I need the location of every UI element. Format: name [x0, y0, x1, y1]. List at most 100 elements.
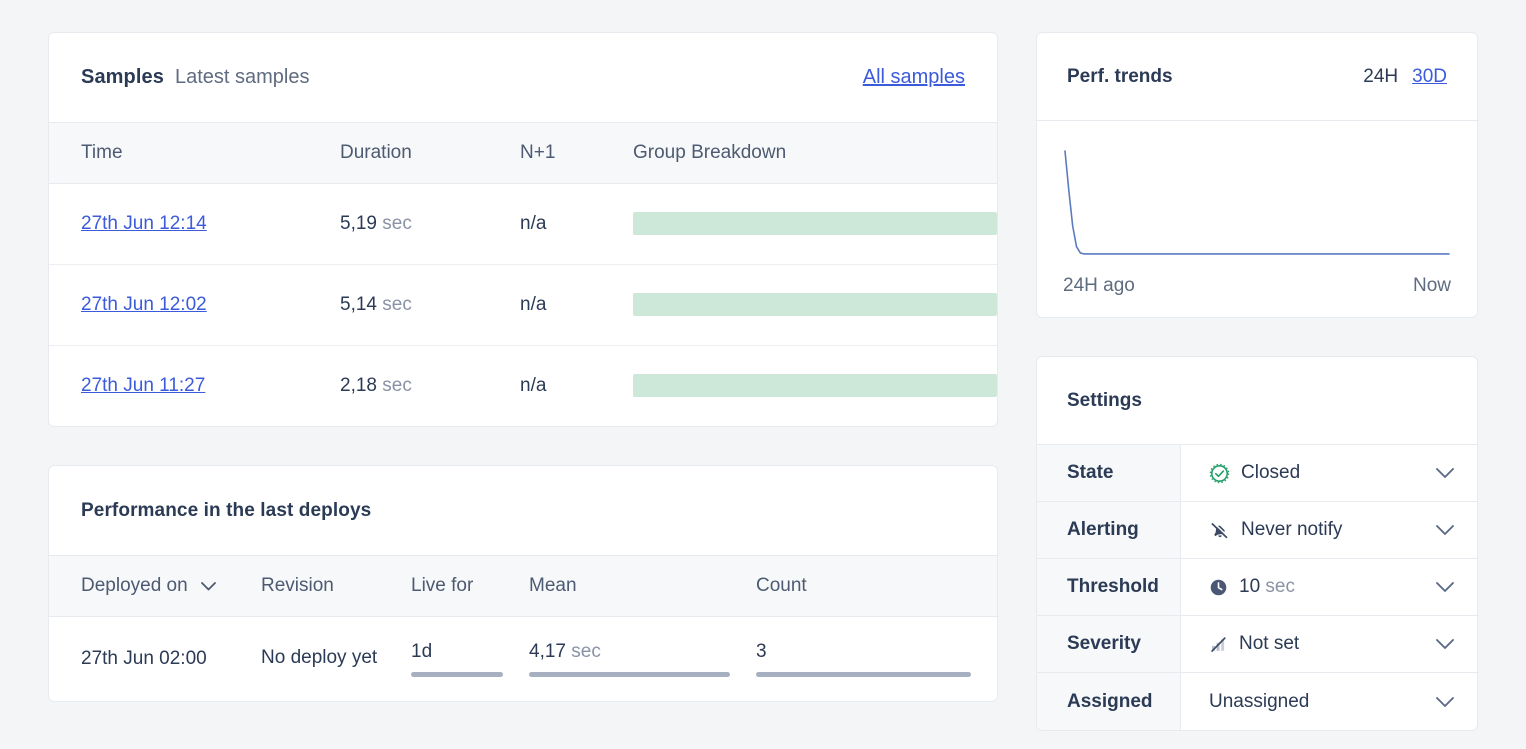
check-circle-icon — [1209, 463, 1230, 484]
setting-row-threshold: Threshold 10 sec — [1037, 559, 1477, 616]
breakdown-bar-track — [633, 212, 997, 235]
col-mean: Mean — [529, 556, 756, 617]
settings-card: Settings State Closed Alerting Never not… — [1036, 356, 1478, 731]
perf-trends-body: 24H ago Now — [1037, 121, 1477, 317]
col-duration: Duration — [340, 123, 520, 184]
chevron-down-icon — [201, 575, 216, 597]
deploy-date-cell: 27th Jun 02:00 — [81, 647, 207, 669]
clock-icon — [1209, 578, 1228, 597]
samples-table: Time Duration N+1 Group Breakdown 27th J… — [49, 123, 997, 426]
setting-label-alerting: Alerting — [1037, 502, 1181, 558]
count-metric: 3 — [756, 641, 997, 677]
sample-duration-cell: 5,19 sec — [340, 183, 520, 265]
setting-alerting-text: Never notify — [1241, 519, 1343, 540]
chevron-down-icon[interactable] — [1435, 524, 1455, 536]
chevron-down-icon[interactable] — [1435, 467, 1455, 479]
live-for-rule — [411, 671, 503, 677]
col-n1: N+1 — [520, 123, 633, 184]
samples-header-row: Time Duration N+1 Group Breakdown — [49, 123, 997, 184]
setting-state-text: Closed — [1241, 462, 1301, 483]
setting-row-assigned: Assigned Unassigned — [1037, 673, 1477, 730]
setting-label-assigned: Assigned — [1037, 673, 1181, 730]
threshold-value: 10 — [1239, 576, 1261, 597]
chevron-down-icon[interactable] — [1435, 638, 1455, 650]
sample-duration-unit: sec — [382, 374, 412, 396]
dashboard-page: Samples Latest samples All samples Time … — [0, 0, 1526, 749]
col-group-breakdown: Group Breakdown — [633, 123, 997, 184]
sample-duration-value: 5,14 — [340, 293, 377, 315]
col-count: Count — [756, 556, 997, 617]
sample-duration-value: 2,18 — [340, 374, 377, 396]
sample-time-link[interactable]: 27th Jun 11:27 — [81, 375, 205, 396]
threshold-unit: sec — [1265, 576, 1295, 597]
sample-n1-cell: n/a — [520, 183, 633, 265]
live-for-value: 1d — [411, 640, 433, 662]
perf-trends-card: Perf. trends 24H 30D 24H ago Now — [1036, 32, 1478, 318]
sample-time-cell: 27th Jun 12:14 — [49, 183, 340, 265]
mean-unit: sec — [571, 640, 601, 662]
sample-duration-unit: sec — [382, 293, 412, 315]
table-row: 27th Jun 02:00 No deploy yet 1d 4,17 sec… — [49, 616, 997, 701]
samples-title: Samples — [81, 66, 164, 88]
col-time: Time — [49, 123, 340, 184]
bell-slash-icon — [1209, 520, 1230, 541]
left-column: Samples Latest samples All samples Time … — [48, 32, 998, 702]
sample-duration-cell: 2,18 sec — [340, 345, 520, 426]
settings-title: Settings — [1067, 389, 1142, 411]
table-row: 27th Jun 11:27 2,18 sec n/a — [49, 345, 997, 426]
chevron-down-icon[interactable] — [1435, 581, 1455, 593]
sample-time-link[interactable]: 27th Jun 12:14 — [81, 213, 207, 234]
table-row: 27th Jun 12:14 5,19 sec n/a — [49, 183, 997, 265]
sample-breakdown-cell — [633, 183, 997, 265]
setting-value-threshold[interactable]: 10 sec — [1181, 559, 1477, 615]
col-deployed-on-sortable[interactable]: Deployed on — [49, 556, 261, 617]
right-column: Perf. trends 24H 30D 24H ago Now Setting… — [1036, 32, 1478, 731]
deploys-title: Performance in the last deploys — [81, 499, 372, 521]
count-value: 3 — [756, 640, 767, 662]
setting-severity-text: Not set — [1239, 633, 1300, 654]
setting-label-state: State — [1037, 445, 1181, 501]
live-for-metric: 1d — [411, 641, 529, 677]
chevron-down-icon[interactable] — [1435, 696, 1455, 708]
perf-trends-range-switch: 24H 30D — [1363, 66, 1447, 88]
perf-trends-title: Perf. trends — [1067, 65, 1173, 87]
setting-value-state[interactable]: Closed — [1181, 445, 1477, 501]
setting-row-state: State Closed — [1037, 445, 1477, 502]
perf-trends-header: Perf. trends 24H 30D — [1037, 33, 1477, 121]
deploy-live-for-cell: 1d — [411, 616, 529, 701]
deploy-count-cell: 3 — [756, 616, 997, 701]
breakdown-bar-fill — [633, 212, 997, 235]
settings-card-header: Settings — [1037, 357, 1477, 445]
axis-label-left: 24H ago — [1063, 275, 1135, 296]
setting-label-severity: Severity — [1037, 616, 1181, 672]
range-option-30d[interactable]: 30D — [1412, 66, 1447, 88]
setting-label-threshold: Threshold — [1037, 559, 1181, 615]
sample-time-cell: 27th Jun 11:27 — [49, 345, 340, 426]
all-samples-link[interactable]: All samples — [863, 66, 965, 89]
sample-duration-unit: sec — [382, 212, 412, 234]
deploys-table-head: Deployed on Revision Live for Mean Count — [49, 556, 997, 617]
mean-number: 4,17 — [529, 640, 566, 662]
sample-time-link[interactable]: 27th Jun 12:02 — [81, 294, 207, 315]
setting-value-assigned[interactable]: Unassigned — [1181, 673, 1477, 730]
setting-threshold-text: 10 sec — [1239, 576, 1295, 598]
range-option-24h[interactable]: 24H — [1363, 66, 1398, 88]
sample-breakdown-cell — [633, 345, 997, 426]
signal-slash-icon — [1209, 635, 1228, 654]
setting-row-alerting: Alerting Never notify — [1037, 502, 1477, 559]
breakdown-bar-track — [633, 374, 997, 398]
setting-assigned-text: Unassigned — [1209, 690, 1310, 712]
mean-value: 4,17 sec — [529, 641, 730, 663]
count-rule — [756, 671, 971, 677]
breakdown-bar-fill — [633, 293, 997, 316]
setting-value-alerting[interactable]: Never notify — [1181, 502, 1477, 558]
sample-time-cell: 27th Jun 12:02 — [49, 264, 340, 346]
deploy-mean-cell: 4,17 sec — [529, 616, 756, 701]
setting-value-severity[interactable]: Not set — [1181, 616, 1477, 672]
deploys-card: Performance in the last deploys Deployed… — [48, 465, 998, 702]
deploys-card-header: Performance in the last deploys — [49, 466, 997, 556]
samples-table-head: Time Duration N+1 Group Breakdown — [49, 123, 997, 184]
sample-breakdown-cell — [633, 264, 997, 346]
sample-duration-cell: 5,14 sec — [340, 264, 520, 346]
deploys-table-body: 27th Jun 02:00 No deploy yet 1d 4,17 sec… — [49, 616, 997, 701]
